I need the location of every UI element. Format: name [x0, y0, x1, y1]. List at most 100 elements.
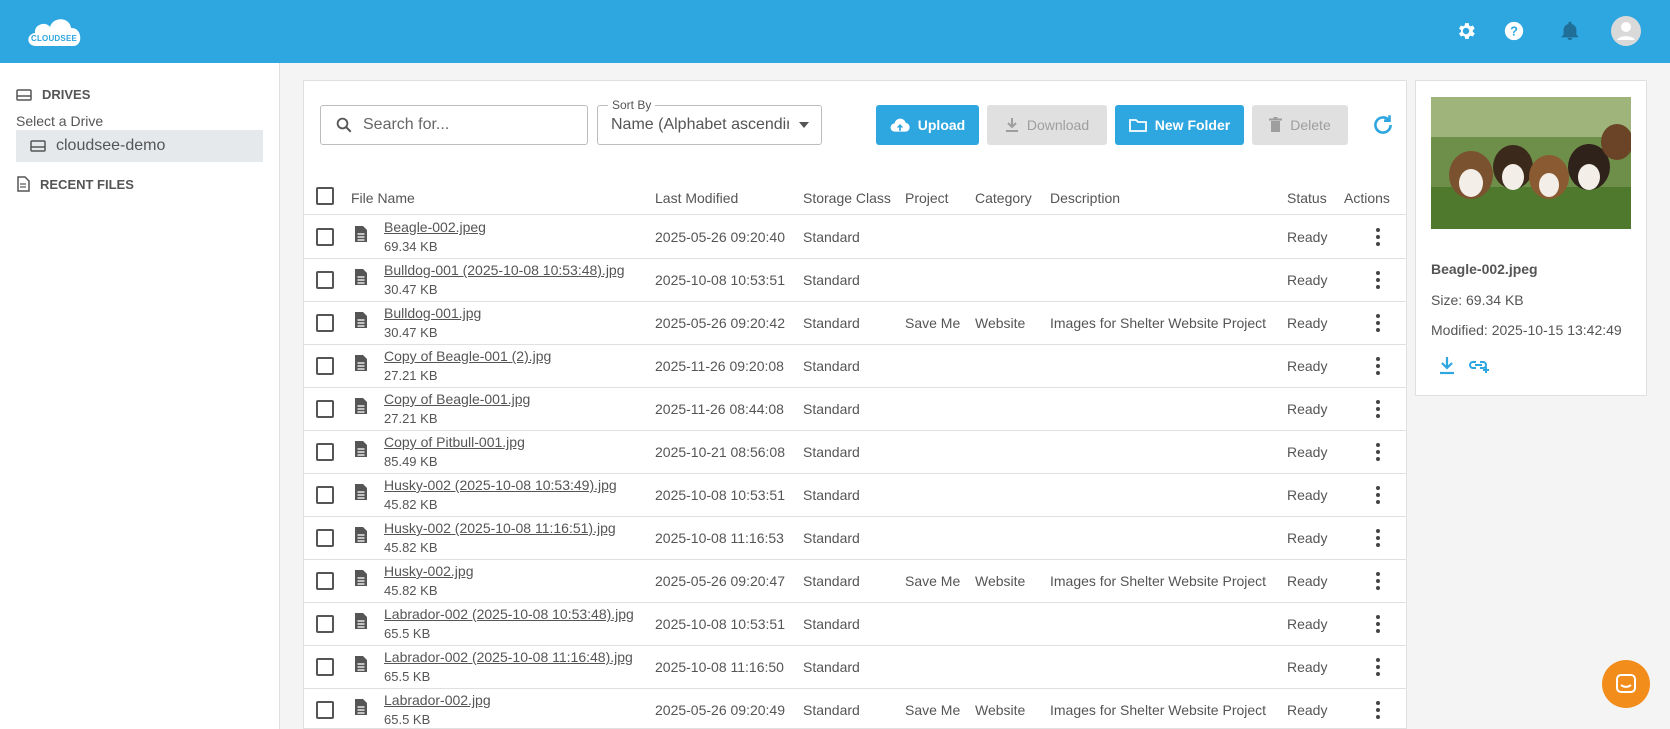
column-actions: Actions: [1344, 190, 1390, 206]
download-icon[interactable]: [1435, 353, 1459, 377]
column-last-modified[interactable]: Last Modified: [655, 190, 738, 206]
row-checkbox[interactable]: [316, 486, 334, 504]
file-name-link[interactable]: Husky-002 (2025-10-08 11:16:51).jpg: [384, 520, 616, 536]
table-row[interactable]: Copy of Beagle-001 (2).jpg 27.21 KB 2025-1…: [304, 345, 1406, 388]
column-description[interactable]: Description: [1050, 190, 1120, 206]
cloudsee-logo[interactable]: [24, 12, 86, 50]
recent-files-heading[interactable]: RECENT FILES: [16, 176, 134, 192]
row-actions-menu-icon[interactable]: [1368, 528, 1388, 548]
status-cell: Ready: [1287, 573, 1328, 589]
table-row[interactable]: Husky-002.jpg 45.82 KB 2025-05-26 09:20:47…: [304, 560, 1406, 603]
table-row[interactable]: Husky-002 (2025-10-08 10:53:49).jpg 45.82…: [304, 474, 1406, 517]
status-cell: Ready: [1287, 530, 1328, 546]
column-status[interactable]: Status: [1287, 190, 1327, 206]
file-icon: [354, 354, 368, 377]
row-actions-menu-icon[interactable]: [1368, 485, 1388, 505]
row-checkbox[interactable]: [316, 443, 334, 461]
row-actions-menu-icon[interactable]: [1368, 571, 1388, 591]
row-checkbox[interactable]: [316, 400, 334, 418]
column-category[interactable]: Category: [975, 190, 1032, 206]
file-name-link[interactable]: Bulldog-001 (2025-10-08 10:53:48).jpg: [384, 262, 625, 278]
table-row[interactable]: Labrador-002.jpg 65.5 KB 2025-05-26 09:20:…: [304, 689, 1406, 729]
table-row[interactable]: Labrador-002 (2025-10-08 11:16:48).jpg 65…: [304, 646, 1406, 689]
share-link-icon[interactable]: [1467, 353, 1491, 377]
last-modified-cell: 2025-10-08 10:53:51: [655, 487, 785, 503]
table-row[interactable]: Husky-002 (2025-10-08 11:16:51).jpg 45.82…: [304, 517, 1406, 560]
row-actions-menu-icon[interactable]: [1368, 270, 1388, 290]
file-size: 27.21 KB: [384, 368, 438, 383]
upload-button[interactable]: Upload: [876, 105, 979, 145]
svg-text:?: ?: [1510, 24, 1518, 39]
file-name-link[interactable]: Husky-002.jpg: [384, 563, 474, 579]
column-project[interactable]: Project: [905, 190, 949, 206]
column-storage-class[interactable]: Storage Class: [803, 190, 891, 206]
file-name-link[interactable]: Copy of Beagle-001 (2).jpg: [384, 348, 551, 364]
row-actions-menu-icon[interactable]: [1368, 356, 1388, 376]
row-checkbox[interactable]: [316, 271, 334, 289]
account-icon[interactable]: [1611, 16, 1641, 46]
status-cell: Ready: [1287, 702, 1328, 718]
row-actions-menu-icon[interactable]: [1368, 442, 1388, 462]
notifications-icon[interactable]: [1555, 16, 1585, 46]
description-cell: Images for Shelter Website Project: [1050, 573, 1267, 589]
category-cell: Website: [975, 702, 1026, 718]
table-row[interactable]: Bulldog-001 (2025-10-08 10:53:48).jpg 30.…: [304, 259, 1406, 302]
file-name-link[interactable]: Bulldog-001.jpg: [384, 305, 481, 321]
sort-by-select[interactable]: Sort By Name (Alphabet ascending): [597, 98, 822, 145]
last-modified-cell: 2025-11-26 08:44:08: [655, 401, 784, 417]
row-actions-menu-icon[interactable]: [1368, 227, 1388, 247]
file-name-link[interactable]: Copy of Beagle-001.jpg: [384, 391, 530, 407]
table-row[interactable]: Copy of Beagle-001.jpg 27.21 KB 2025-11-26…: [304, 388, 1406, 431]
settings-icon[interactable]: [1451, 16, 1481, 46]
row-actions-menu-icon[interactable]: [1368, 614, 1388, 634]
drive-item-cloudsee-demo[interactable]: cloudsee-demo: [16, 130, 263, 162]
file-name-link[interactable]: Beagle-002.jpeg: [384, 219, 486, 235]
column-file-name[interactable]: File Name: [351, 190, 415, 206]
description-cell: Images for Shelter Website Project: [1050, 315, 1267, 331]
chat-launcher-button[interactable]: [1602, 660, 1650, 708]
row-checkbox[interactable]: [316, 529, 334, 547]
row-actions-menu-icon[interactable]: [1368, 313, 1388, 333]
help-icon[interactable]: ?: [1499, 16, 1529, 46]
row-actions-menu-icon[interactable]: [1368, 700, 1388, 720]
new-folder-button[interactable]: New Folder: [1115, 105, 1244, 145]
row-actions-menu-icon[interactable]: [1368, 657, 1388, 677]
table-row[interactable]: Labrador-002 (2025-10-08 10:53:48).jpg 65…: [304, 603, 1406, 646]
row-checkbox[interactable]: [316, 615, 334, 633]
search-input[interactable]: [363, 116, 563, 134]
download-button[interactable]: Download: [987, 105, 1107, 145]
file-name-link[interactable]: Copy of Pitbull-001.jpg: [384, 434, 525, 450]
select-all-checkbox[interactable]: [316, 187, 334, 205]
row-checkbox[interactable]: [316, 228, 334, 246]
file-size: 45.82 KB: [384, 540, 438, 555]
drives-heading[interactable]: DRIVES: [16, 87, 90, 102]
status-cell: Ready: [1287, 659, 1328, 675]
file-icon: [354, 569, 368, 592]
search-box[interactable]: [320, 105, 588, 145]
file-name-link[interactable]: Labrador-002 (2025-10-08 11:16:48).jpg: [384, 649, 633, 665]
file-icon: [354, 655, 368, 678]
row-checkbox[interactable]: [316, 658, 334, 676]
row-checkbox[interactable]: [316, 314, 334, 332]
table-row[interactable]: Copy of Pitbull-001.jpg 85.49 KB 2025-10-2…: [304, 431, 1406, 474]
logo-text: CLOUDSEE: [30, 34, 78, 43]
preview-modified: Modified: 2025-10-15 13:42:49: [1431, 322, 1622, 338]
preview-thumbnail[interactable]: [1431, 97, 1631, 229]
delete-button[interactable]: Delete: [1252, 105, 1348, 145]
download-label: Download: [1026, 117, 1090, 133]
file-name-link[interactable]: Husky-002 (2025-10-08 10:53:49).jpg: [384, 477, 617, 493]
table-row[interactable]: Bulldog-001.jpg 30.47 KB 2025-05-26 09:20:…: [304, 302, 1406, 345]
row-checkbox[interactable]: [316, 357, 334, 375]
file-size: 27.21 KB: [384, 411, 438, 426]
refresh-icon[interactable]: [1370, 112, 1396, 138]
file-name-link[interactable]: Labrador-002 (2025-10-08 10:53:48).jpg: [384, 606, 634, 622]
status-cell: Ready: [1287, 272, 1328, 288]
row-checkbox[interactable]: [316, 701, 334, 719]
file-icon: [354, 311, 368, 334]
row-actions-menu-icon[interactable]: [1368, 399, 1388, 419]
table-row[interactable]: Beagle-002.jpeg 69.34 KB 2025-05-26 09:20:…: [304, 216, 1406, 259]
project-cell: Save Me: [905, 573, 961, 589]
row-checkbox[interactable]: [316, 572, 334, 590]
file-name-link[interactable]: Labrador-002.jpg: [384, 692, 491, 708]
cloud-upload-icon: [890, 118, 910, 132]
